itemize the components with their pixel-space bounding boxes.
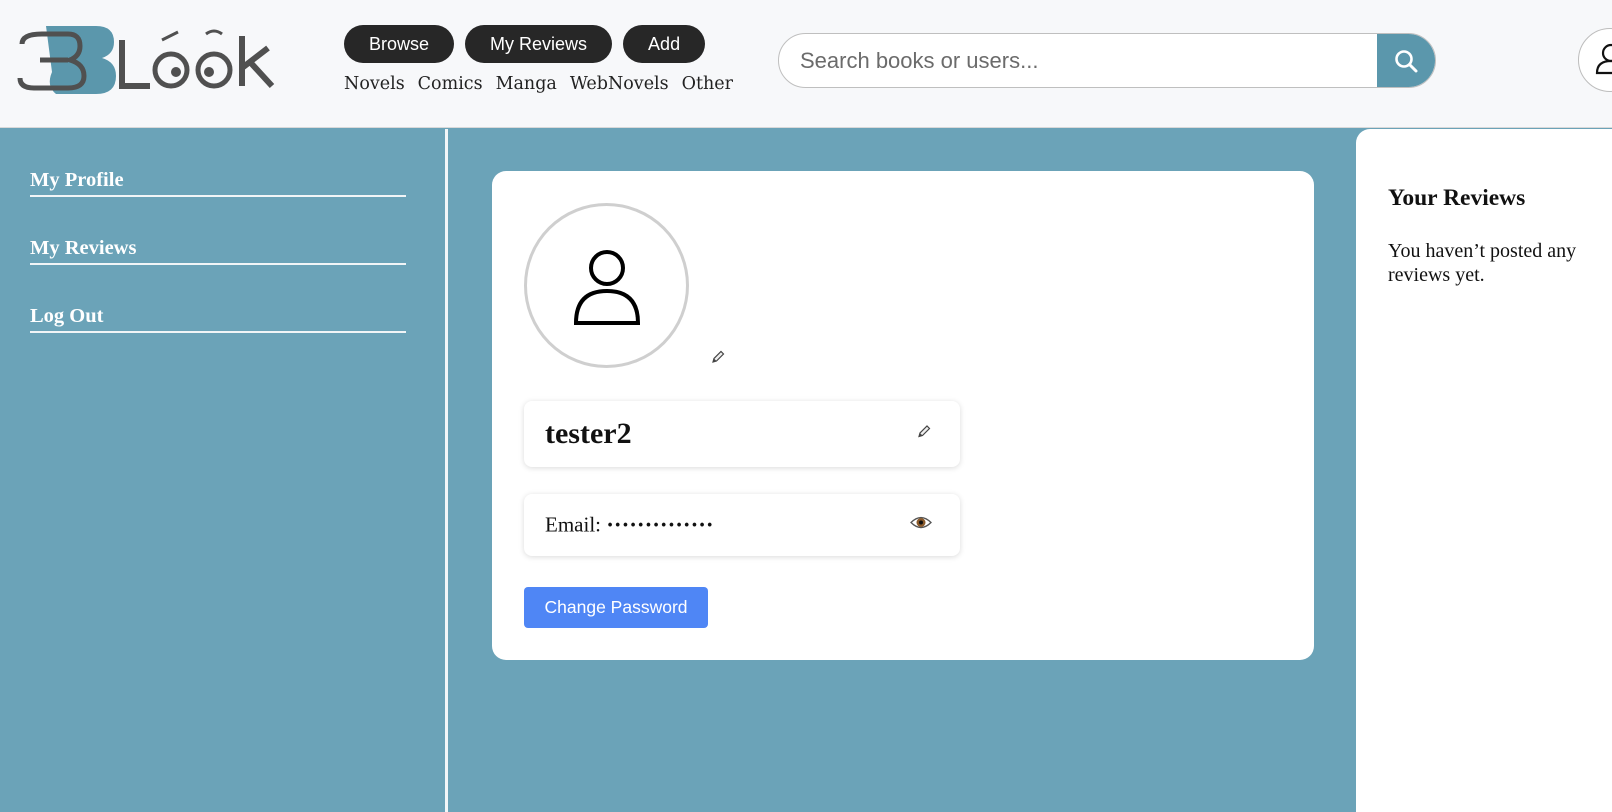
toggle-email-visibility[interactable] xyxy=(910,515,932,536)
change-password-button[interactable]: Change Password xyxy=(524,587,708,628)
profile-sidebar: My Profile My Reviews Log Out xyxy=(0,129,448,812)
username-field: tester2 xyxy=(524,401,960,467)
user-icon xyxy=(573,249,640,325)
sidebar-item-log-out[interactable]: Log Out xyxy=(30,265,406,333)
category-link-novels[interactable]: Novels xyxy=(344,74,405,94)
reviews-title: Your Reviews xyxy=(1388,185,1526,211)
my-reviews-button[interactable]: My Reviews xyxy=(465,25,613,63)
email-masked-value: •••••••••••••• xyxy=(606,518,714,534)
blook-logo[interactable] xyxy=(16,22,296,94)
category-link-other[interactable]: Other xyxy=(682,74,733,94)
sidebar-item-my-profile[interactable]: My Profile xyxy=(30,129,406,197)
top-header: Browse My Reviews Add Novels Comics Mang… xyxy=(0,0,1612,128)
eye-icon xyxy=(910,516,932,529)
search-icon xyxy=(1395,49,1418,72)
email-row: Email: •••••••••••••• xyxy=(545,513,714,538)
profile-card: tester2 Email: •••••••••••••• Change Pas… xyxy=(492,171,1314,660)
profile-avatar[interactable] xyxy=(524,203,689,368)
sidebar-item-label: My Reviews xyxy=(30,237,137,259)
primary-nav: Browse My Reviews Add xyxy=(344,25,706,63)
category-link-manga[interactable]: Manga xyxy=(496,74,557,94)
category-nav: Novels Comics Manga WebNovels Other xyxy=(344,74,733,94)
category-link-comics[interactable]: Comics xyxy=(418,74,483,94)
reviews-empty-message: You haven’t posted any reviews yet. xyxy=(1388,240,1577,286)
sidebar-item-my-reviews[interactable]: My Reviews xyxy=(30,197,406,265)
sidebar-item-label: Log Out xyxy=(30,305,104,327)
pencil-icon xyxy=(712,350,725,363)
pencil-icon xyxy=(918,425,931,438)
search-button[interactable] xyxy=(1377,34,1435,87)
add-button[interactable]: Add xyxy=(623,25,706,63)
user-menu-button[interactable] xyxy=(1578,28,1612,92)
sidebar-item-label: My Profile xyxy=(30,169,124,191)
edit-username-button[interactable] xyxy=(916,424,932,445)
email-label: Email: xyxy=(545,512,601,537)
search-input[interactable] xyxy=(779,34,1377,87)
edit-avatar-button[interactable] xyxy=(710,349,726,370)
user-icon xyxy=(1595,43,1612,75)
reviews-panel: Your Reviews You haven’t posted any revi… xyxy=(1356,129,1612,812)
browse-button[interactable]: Browse xyxy=(344,25,455,63)
username-text: tester2 xyxy=(545,417,632,450)
search-bar xyxy=(778,33,1436,88)
email-field: Email: •••••••••••••• xyxy=(524,494,960,556)
category-link-webnovels[interactable]: WebNovels xyxy=(570,74,669,94)
